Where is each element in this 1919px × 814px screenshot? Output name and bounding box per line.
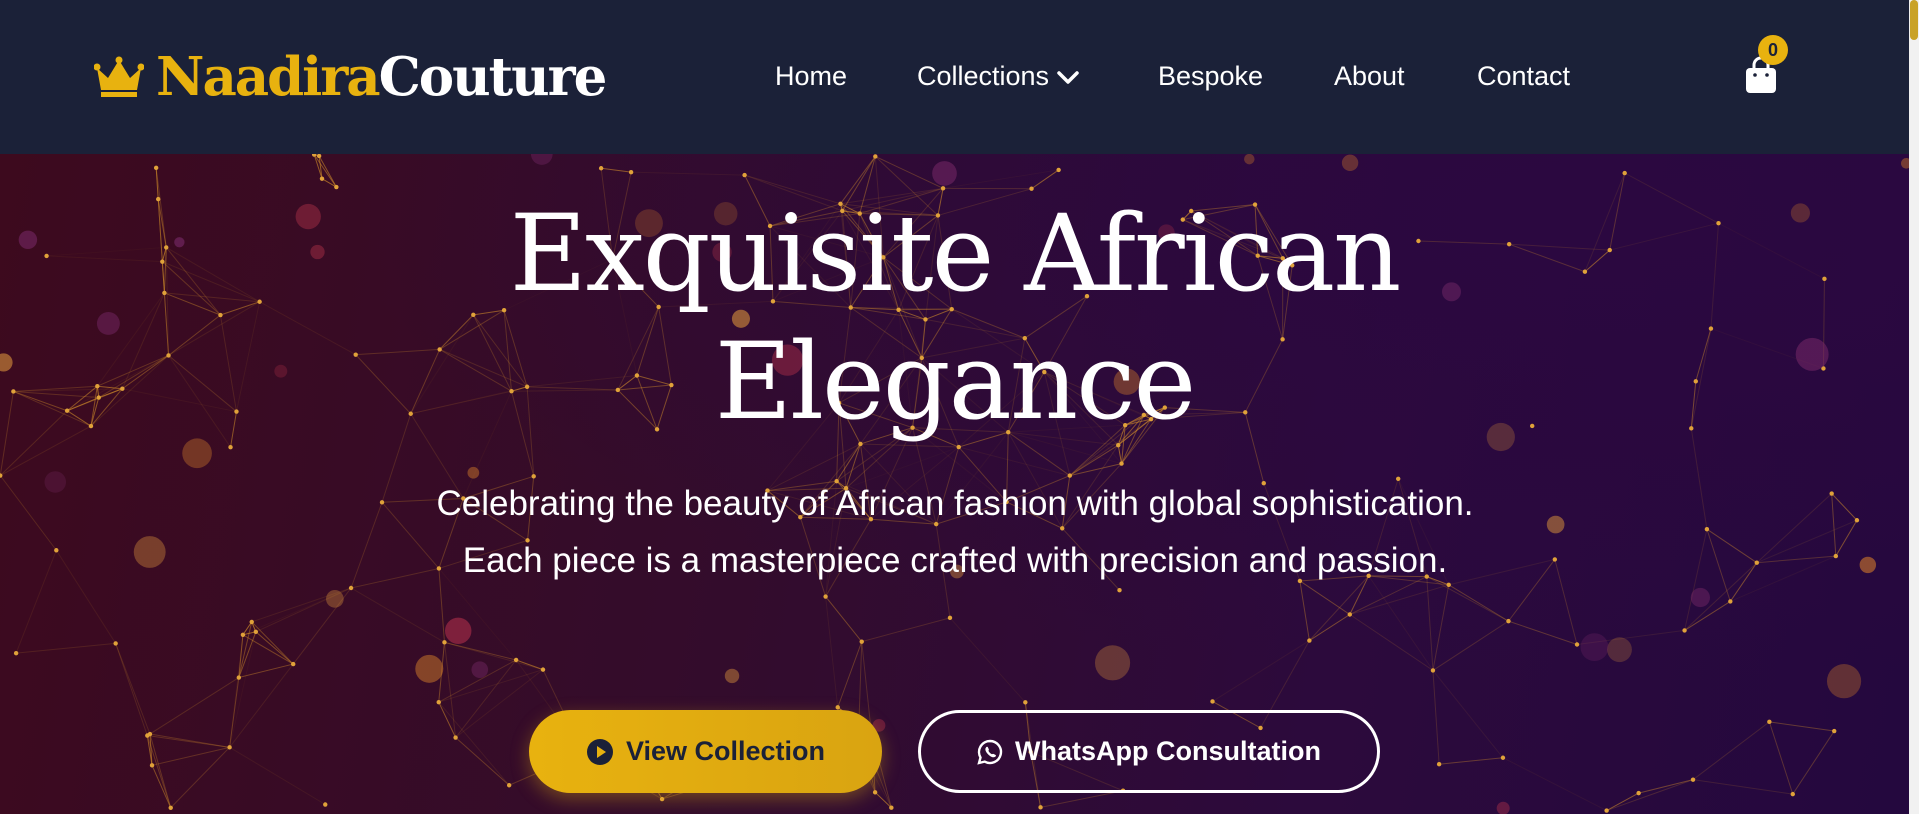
- nav-contact[interactable]: Contact: [1477, 58, 1570, 94]
- cart-count-badge: 0: [1758, 35, 1788, 65]
- scrollbar-thumb[interactable]: [1910, 0, 1918, 40]
- whatsapp-icon: [977, 739, 1003, 765]
- brand-name-part2: Couture: [378, 45, 608, 108]
- brand-name-part1: Naadira: [156, 45, 381, 108]
- hero-subtitle: Celebrating the beauty of African fashio…: [436, 484, 1474, 580]
- nav-collections-label: Collections: [917, 61, 1050, 91]
- view-collection-button[interactable]: View Collection: [529, 710, 882, 793]
- nav-bespoke[interactable]: Bespoke: [1158, 58, 1263, 94]
- chevron-down-icon: [1057, 71, 1079, 84]
- whatsapp-consultation-button[interactable]: WhatsApp Consultation: [918, 710, 1380, 793]
- nav-home[interactable]: Home: [775, 58, 847, 94]
- nav-about[interactable]: About: [1334, 58, 1405, 94]
- whatsapp-consultation-label: WhatsApp Consultation: [1015, 736, 1321, 766]
- brand-name: NaadiraCouture: [156, 50, 607, 104]
- navbar: NaadiraCouture Home Collections Bespoke …: [0, 0, 1909, 154]
- play-circle-icon: [586, 738, 613, 765]
- brand-logo[interactable]: NaadiraCouture: [94, 46, 607, 108]
- view-collection-label: View Collection: [625, 736, 826, 766]
- hero-title-line1: Exquisite African: [509, 192, 1402, 315]
- hero-title: Exquisite African Elegance: [0, 190, 1909, 446]
- hero-title-line2: Elegance: [714, 320, 1196, 443]
- scrollbar-track[interactable]: [1909, 0, 1919, 814]
- nav-collections[interactable]: Collections: [917, 58, 1079, 94]
- crown-icon: [94, 56, 144, 97]
